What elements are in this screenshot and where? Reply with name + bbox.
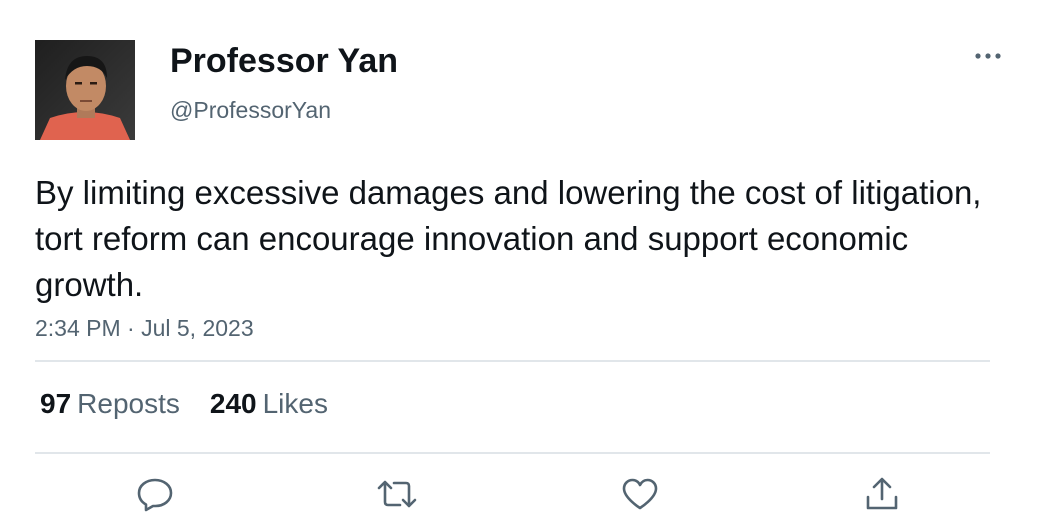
like-button[interactable] xyxy=(619,474,661,514)
tweet-timestamp[interactable]: 2:34 PM · Jul 5, 2023 xyxy=(35,315,254,342)
divider xyxy=(35,452,990,454)
engagement-stats: 97 Reposts 240 Likes xyxy=(40,388,328,420)
avatar-image xyxy=(35,40,135,140)
heart-icon xyxy=(622,478,658,510)
tweet-card: Professor Yan @ProfessorYan By limiting … xyxy=(0,0,1050,525)
reply-icon xyxy=(137,478,173,512)
tweet-text: By limiting excessive damages and loweri… xyxy=(35,174,982,303)
share-button[interactable] xyxy=(861,474,903,514)
reposts-label: Reposts xyxy=(77,388,180,419)
more-options-button[interactable] xyxy=(968,42,1008,70)
likes-label: Likes xyxy=(262,388,328,419)
repost-button[interactable] xyxy=(376,474,418,514)
share-icon xyxy=(866,477,898,510)
divider xyxy=(35,360,990,362)
reposts-stat[interactable]: 97 Reposts xyxy=(40,388,180,420)
display-name[interactable]: Professor Yan xyxy=(170,42,398,81)
likes-stat[interactable]: 240 Likes xyxy=(210,388,328,420)
reposts-count: 97 xyxy=(40,388,72,419)
more-icon xyxy=(975,53,1001,59)
repost-icon xyxy=(377,480,417,508)
likes-count: 240 xyxy=(209,388,257,419)
avatar[interactable] xyxy=(35,40,135,140)
user-handle[interactable]: @ProfessorYan xyxy=(170,97,331,124)
reply-button[interactable] xyxy=(134,474,176,514)
